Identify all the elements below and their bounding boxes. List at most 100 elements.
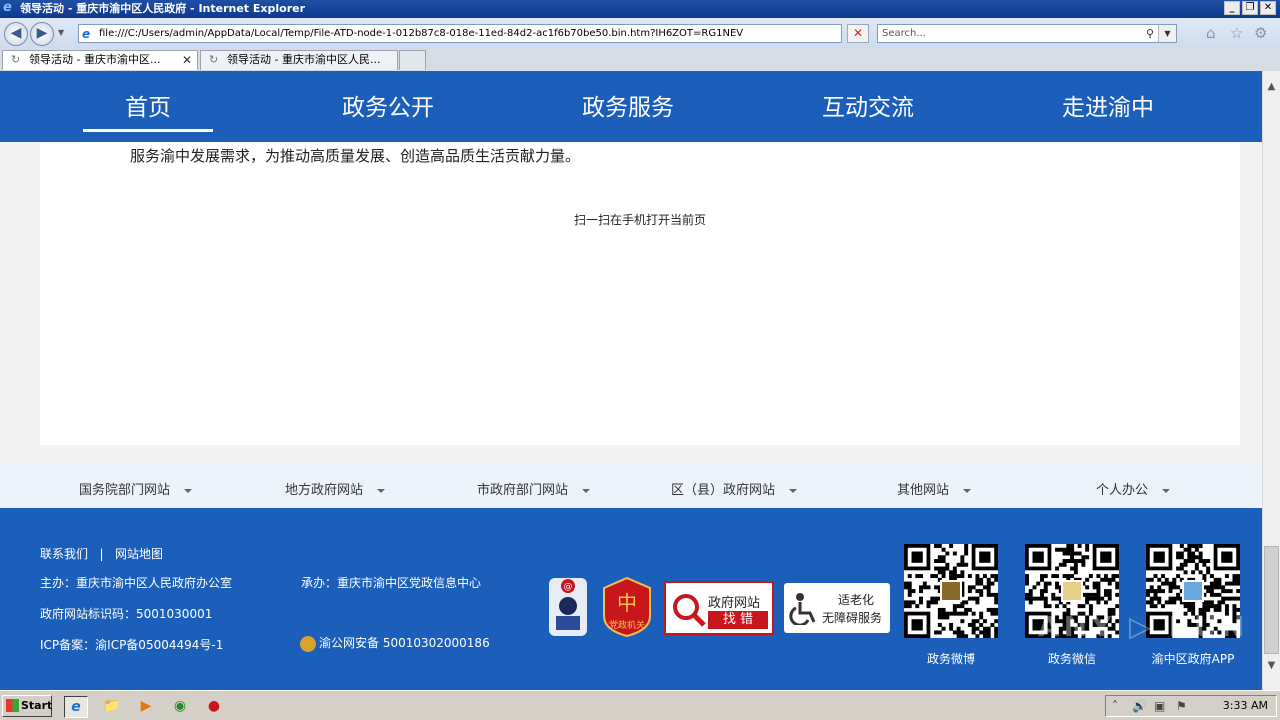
volume-icon[interactable]: 🔊 [1132,696,1147,716]
link-city-departments[interactable]: 市政府部门网站 [477,479,591,498]
search-input[interactable]: Search... ⚲ ▼ [877,24,1177,43]
error-report-badge[interactable]: 政府网站 找 错 [664,581,774,635]
system-tray: ˄ 🔊 ▣ ⚑ 3:33 AM [1105,695,1277,717]
history-dropdown-icon[interactable]: ▼ [58,28,64,37]
magnifier-icon [673,594,706,627]
police-record-link[interactable]: 渝公网安备 50010302000186 [300,634,490,652]
error-badge-line2: 找 错 [708,611,768,629]
page-icon: e [82,27,91,41]
cyber-police-badge-icon[interactable]: @ [546,574,590,640]
link-label: 市政府部门网站 [477,483,569,498]
start-label: Start [21,699,53,712]
nav-home[interactable]: 首页 [83,92,213,124]
new-tab-button[interactable] [399,50,426,70]
link-label: 个人办公 [1096,483,1149,498]
taskbar-explorer-icon[interactable]: 📁 [100,696,124,718]
link-other-sites[interactable]: 其他网站 [897,479,972,498]
taskbar-blocked-icon[interactable]: ● [202,696,226,718]
caret-down-icon [184,488,193,493]
link-label: 地方政府网站 [285,483,364,498]
anyrun-watermark: ANY ▷ RUN [1038,610,1249,643]
tab-label: 领导活动 - 重庆市渝中区... [29,53,161,66]
party-badge-label: 党政机关 [608,621,645,631]
clock[interactable]: 3:33 AM [1223,696,1268,716]
link-label: 其他网站 [897,483,950,498]
taskbar-ie-icon[interactable]: e [64,696,88,718]
weibo-qr-code [904,544,998,638]
loading-icon: ↻ [209,53,219,66]
browser-tab-1[interactable]: ↻ 领导活动 - 重庆市渝中区... ✕ [2,50,198,70]
link-state-council-departments[interactable]: 国务院部门网站 [79,479,193,498]
caret-down-icon [963,488,972,493]
network-icon[interactable]: ▣ [1154,696,1165,716]
minimize-button[interactable]: _ [1224,1,1240,15]
icp-record-link[interactable]: ICP备案：渝ICP备05004494号-1 [40,636,223,653]
nav-active-indicator [83,129,213,132]
stop-button[interactable]: ✕ [847,24,869,43]
search-dropdown-icon[interactable]: ▼ [1158,25,1176,42]
caret-down-icon [377,488,386,493]
organizer-text: 承办：重庆市渝中区党政信息中心 [301,576,482,590]
vertical-scrollbar[interactable]: ▲ ▼ [1262,71,1280,690]
address-bar[interactable]: e file:///C:/Users/admin/AppData/Local/T… [78,24,842,43]
qr-caption: 扫一扫在手机打开当前页 [573,213,706,227]
search-icon[interactable]: ⚲ [1146,25,1154,42]
close-tab-icon[interactable]: ✕ [182,51,192,69]
error-badge-line1: 政府网站 [708,596,761,611]
footer-links: 联系我们 | 网站地图 [40,545,163,562]
caret-down-icon [1162,488,1171,493]
link-district-county-government[interactable]: 区（县）政府网站 [671,479,798,498]
police-emblem-icon [300,635,316,652]
window-titlebar: e 领导活动 - 重庆市渝中区人民政府 - Internet Explorer … [0,0,1280,18]
scroll-up-arrow-icon[interactable]: ▲ [1263,81,1280,97]
wechat-qr-label: 政务微信 [1047,652,1096,666]
taskbar-media-player-icon[interactable]: ▶ [134,696,158,718]
footer-separator: | [99,547,104,561]
windows-taskbar: Start e 📁 ▶ ◉ ● ˄ 🔊 ▣ ⚑ 3:33 AM [0,690,1280,720]
elder-friendly-service-badge[interactable]: 适老化 无障碍服务 [784,583,890,633]
site-main-nav: 首页 政务公开 政务服务 互动交流 走进渝中 [0,71,1262,142]
link-label: 国务院部门网站 [79,483,171,498]
back-button[interactable]: ◀ [4,22,28,46]
elder-badge-line1: 适老化 [837,593,874,607]
address-toolbar: ◀ ▶ ▼ e file:///C:/Users/admin/AppData/L… [0,18,1280,48]
start-button[interactable]: Start [2,695,52,717]
link-personal-office[interactable]: 个人办公 [1096,479,1171,498]
nav-government-affairs-public[interactable]: 政务公开 [323,92,453,124]
site-footer: 联系我们 | 网站地图 主办：重庆市渝中区人民政府办公室 承办：重庆市渝中区党政… [0,508,1262,690]
related-links-bar: 国务院部门网站 地方政府网站 市政府部门网站 区（县）政府网站 其他网站 个人办… [0,464,1262,508]
home-icon[interactable]: ⌂ [1206,25,1216,41]
browser-tab-2[interactable]: ↻ 领导活动 - 重庆市渝中区人民... [200,50,398,70]
site-id-text: 政府网站标识码：5001030001 [40,607,213,621]
svg-text:@: @ [564,582,573,592]
favorites-star-icon[interactable]: ☆ [1230,25,1243,41]
forward-button[interactable]: ▶ [30,22,54,46]
window-controls: _ ❐ ✕ [1224,1,1276,15]
police-record-text: 渝公网安备 50010302000186 [319,636,490,650]
app-qr-label: 渝中区政府APP [1151,652,1235,666]
weibo-qr-label: 政务微博 [926,652,975,666]
close-window-button[interactable]: ✕ [1260,1,1276,15]
link-local-government[interactable]: 地方政府网站 [285,479,386,498]
svg-text:中: 中 [617,591,637,615]
sitemap-link[interactable]: 网站地图 [115,547,163,561]
nav-about-yuzhong[interactable]: 走进渝中 [1043,92,1173,124]
scroll-thumb[interactable] [1264,546,1279,654]
scroll-down-arrow-icon[interactable]: ▼ [1263,660,1280,678]
caret-down-icon [789,488,798,493]
restore-button[interactable]: ❐ [1242,1,1258,15]
tray-expand-icon[interactable]: ˄ [1112,696,1118,716]
article-text: 服务渝中发展需求，为推动高质量发展、创造高品质生活贡献力量。 [130,147,581,165]
ie-logo-icon: e [3,0,12,15]
action-center-flag-icon[interactable]: ⚑ [1176,696,1187,716]
search-placeholder: Search... [882,28,926,39]
nav-interaction[interactable]: 互动交流 [803,92,933,124]
windows-logo-icon [6,699,19,712]
link-label: 区（县）政府网站 [671,483,776,498]
nav-government-services[interactable]: 政务服务 [563,92,693,124]
tab-label: 领导活动 - 重庆市渝中区人民... [227,53,381,66]
loading-icon: ↻ [11,53,21,66]
contact-us-link[interactable]: 联系我们 [40,547,88,561]
settings-gear-icon[interactable]: ⚙ [1254,25,1267,41]
taskbar-chrome-icon[interactable]: ◉ [168,696,192,718]
